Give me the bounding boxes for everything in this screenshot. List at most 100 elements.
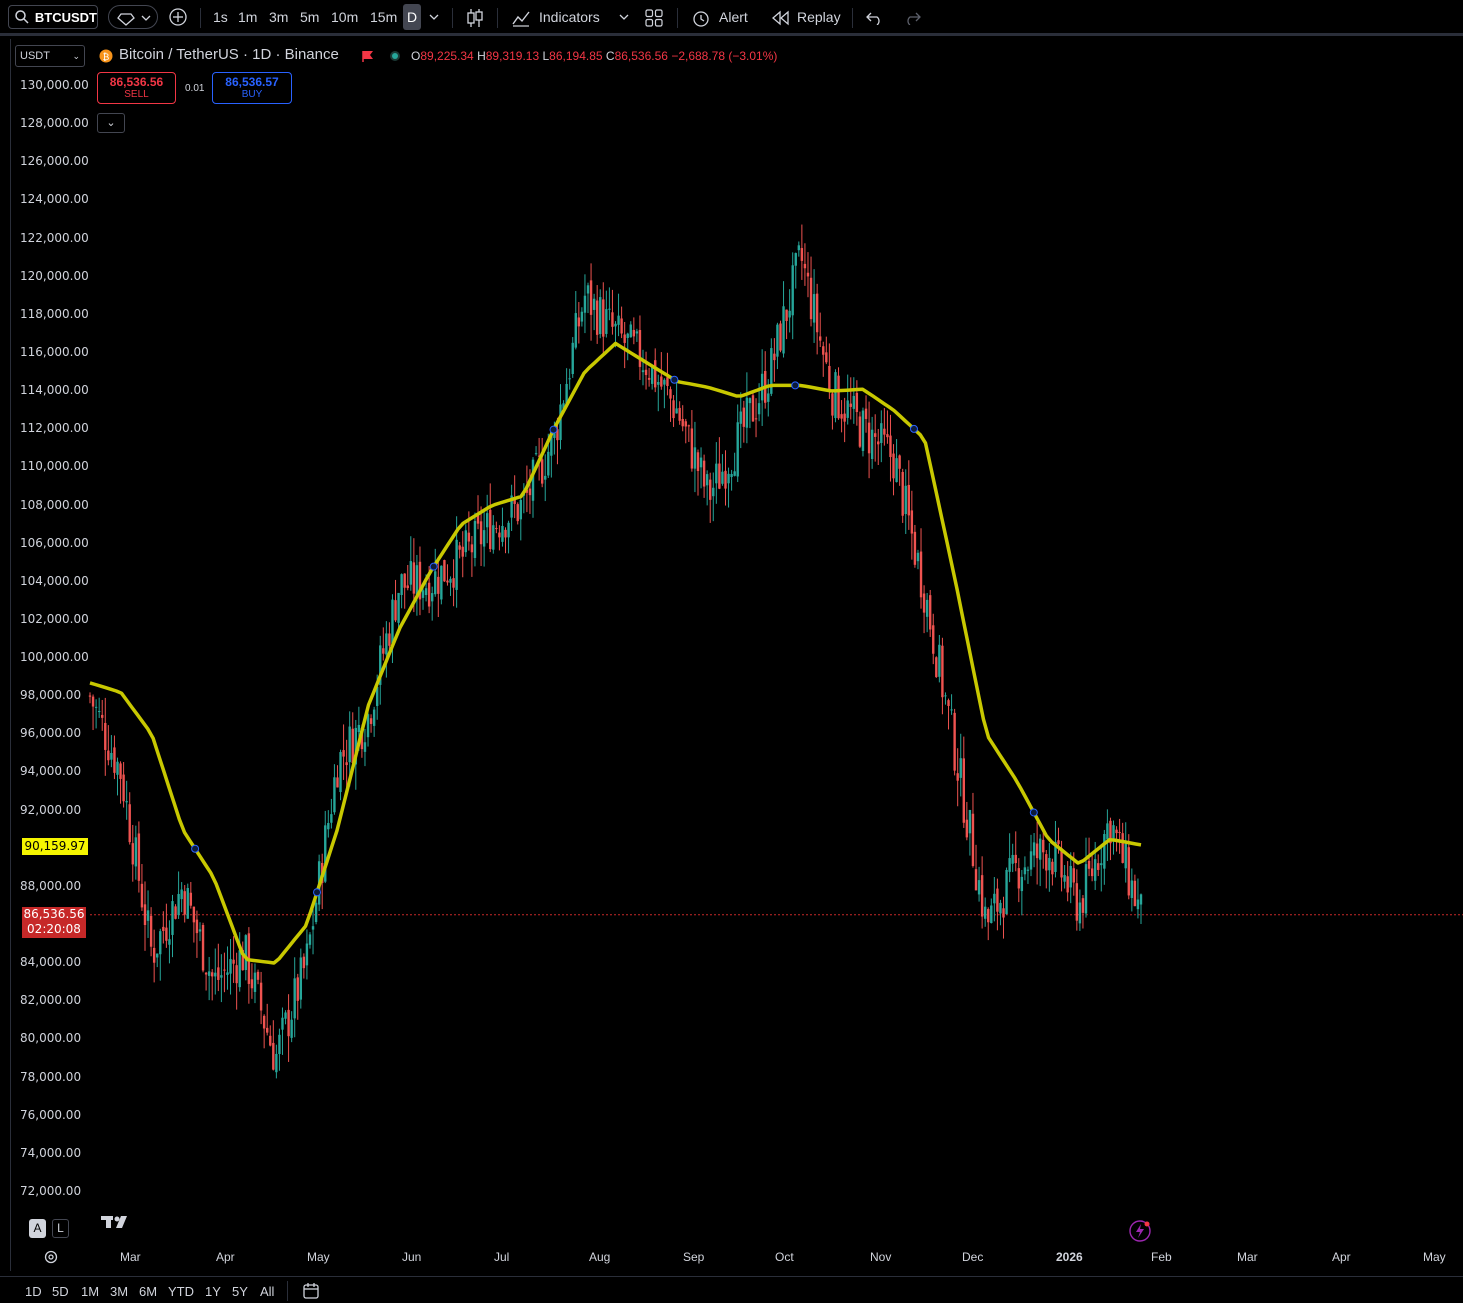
candle-body [479,521,483,545]
candle-body [308,934,312,945]
auto-scale-button[interactable]: A [29,1219,46,1238]
settings-gear-icon[interactable] [43,1249,59,1265]
buy-button[interactable]: 86,536.57 BUY [212,72,292,104]
price-axis-label: 84,000.00 [20,955,82,970]
candle-body [369,718,373,724]
candle-body [877,441,880,445]
candle-body [1066,876,1069,893]
sell-button[interactable]: 86,536.56 SELL [97,72,176,104]
candle-body [461,546,464,557]
candle-body [1133,880,1137,907]
price-axis-label: 112,000.00 [20,421,89,436]
candle-body [644,369,648,376]
time-axis-label: Jul [494,1250,510,1264]
candle-body [467,532,471,542]
candle-body [382,648,385,654]
range-ytd[interactable]: YTD [168,1284,194,1299]
candle-body [632,329,636,337]
candle-body [424,588,428,596]
ma-marker [791,381,800,390]
spread-value: 0.01 [185,83,205,94]
range-bar: 1D 5D 1M 3M 6M YTD 1Y 5Y All [0,1276,1463,1303]
range-1y[interactable]: 1Y [205,1284,221,1299]
candle-body [693,447,697,469]
candle-body [152,947,156,963]
candle-body [815,293,819,333]
candle-body [1048,857,1051,871]
candle-body [107,750,110,761]
flag-icon[interactable] [361,49,375,63]
candle-body [568,378,571,380]
time-axis-label: 2026 [1056,1250,1083,1264]
candle-body [287,1009,290,1037]
chart-title: Bitcoin / TetherUS · 1D · Binance [119,46,339,63]
candle-body [473,521,477,558]
candle-body [385,633,388,655]
candle-body [623,334,626,343]
candle-body [840,414,843,419]
candle-body [339,752,342,793]
candle-body [727,473,730,484]
range-5y[interactable]: 5Y [232,1284,248,1299]
candle-body [363,742,367,752]
candle-body [638,330,642,367]
candle-body [971,813,975,866]
candle-body [852,395,856,409]
time-axis-label: Apr [216,1250,235,1264]
candle-body [602,299,605,337]
ma-marker [313,888,322,897]
candle-body [705,474,709,486]
price-chart[interactable] [0,0,1463,1302]
candle-body [302,956,306,969]
candle-body [712,487,715,497]
candle-body [1124,843,1127,869]
candle-body [803,263,807,269]
lightning-icon[interactable] [1128,1218,1154,1244]
candle-body [415,565,419,595]
candle-body [226,972,229,975]
candle-body [687,425,691,427]
range-1d[interactable]: 1D [25,1284,42,1299]
candle-body [898,455,901,469]
candle-body [953,712,956,771]
candle-body [1038,838,1042,860]
currency-select[interactable]: USDT ⌄ [15,45,85,67]
collapse-legend-button[interactable]: ⌄ [97,113,125,133]
price-axis-label: 88,000.00 [20,878,82,893]
candle-body [201,924,205,971]
candle-body [925,599,929,617]
candle-body [470,544,474,553]
candle-body [571,342,574,375]
candle-body [977,880,981,895]
candle-body [913,531,917,565]
candle-body [256,971,260,980]
price-axis-label: 74,000.00 [20,1145,82,1160]
candle-body [812,294,816,323]
candle-body [767,393,770,402]
range-3m[interactable]: 3M [110,1284,128,1299]
time-axis-label: May [307,1250,330,1264]
candle-body [663,379,666,385]
candle-body [437,576,440,594]
candle-body [1072,868,1075,883]
time-axis-label: Dec [962,1250,984,1264]
candle-body [519,499,522,520]
range-5d[interactable]: 5D [52,1284,69,1299]
candle-body [617,315,620,325]
price-axis-label: 104,000.00 [20,573,89,588]
calendar-icon[interactable] [302,1282,320,1300]
candle-body [177,893,180,916]
range-all[interactable]: All [260,1284,274,1299]
candle-body [434,571,437,595]
ma-marker [191,844,200,853]
log-scale-button[interactable]: L [52,1219,69,1238]
candle-body [113,747,116,773]
time-axis-label: Jun [402,1250,422,1264]
candle-body [397,592,400,623]
price-axis-label: 80,000.00 [20,1031,82,1046]
candle-body [669,389,672,399]
range-1m[interactable]: 1M [81,1284,99,1299]
range-6m[interactable]: 6M [139,1284,157,1299]
candle-body [956,773,959,781]
candle-body [932,625,935,654]
